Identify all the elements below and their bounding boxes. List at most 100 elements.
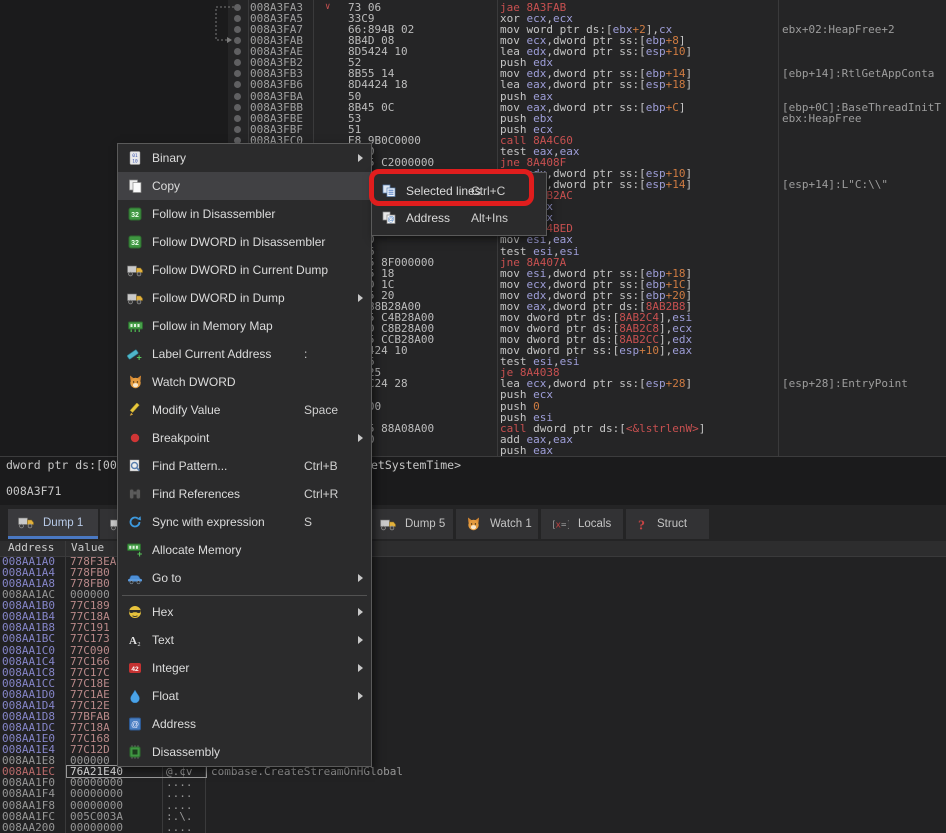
dump-row[interactable]: 008AA1FC 005C003A :.\. — [0, 811, 946, 822]
tab-locals[interactable]: [x=]Locals — [541, 509, 623, 539]
x64dbg-window: 008A3FA373 06jae 8A3FAB008A3FA533C9xor e… — [0, 0, 946, 833]
menu-item-label: Go to — [152, 571, 181, 585]
tab-struct[interactable]: ?Struct — [626, 509, 709, 539]
dump-header-address: Address — [8, 541, 54, 555]
menu-item-hex[interactable]: Hex — [118, 598, 371, 626]
fox-icon — [466, 517, 481, 531]
svg-text:@: @ — [131, 720, 139, 729]
tab-label: Struct — [657, 518, 687, 530]
menu-item-follow-dword-in-dump[interactable]: Follow DWORD in Dump — [118, 284, 371, 312]
disasm-bytes: 8D4424 18 — [348, 79, 408, 90]
dump-address: 008AA1F4 — [2, 788, 55, 799]
tab-dump-5[interactable]: Dump 5 — [370, 509, 453, 539]
menu-item-find-references[interactable]: Find ReferencesCtrl+R — [118, 480, 371, 508]
disasm-row[interactable]: 008A3FB68D4424 18lea eax,dword ptr ss:[e… — [228, 79, 946, 90]
menu-item-go-to[interactable]: Go to — [118, 564, 371, 592]
menu-item-follow-dword-in-disassembler[interactable]: 32Follow DWORD in Disassembler — [118, 228, 371, 256]
dump-row[interactable]: 008AA1F400000000.... — [0, 788, 946, 799]
svg-text:10: 10 — [132, 159, 138, 165]
dump-value: 005C003A — [70, 811, 123, 822]
breakpoint-dot-icon[interactable] — [234, 126, 241, 133]
breakpoint-dot-icon[interactable] — [234, 59, 241, 66]
menu-item-modify-value[interactable]: Modify ValueSpace — [118, 396, 371, 424]
reddot-icon — [126, 431, 144, 445]
menu-item-follow-in-memory-map[interactable]: Follow in Memory Map — [118, 312, 371, 340]
menu-item-label-current-address[interactable]: +Label Current Address: — [118, 340, 371, 368]
dump-address: 008AA1C0 — [2, 645, 55, 656]
breakpoint-dot-icon[interactable] — [234, 81, 241, 88]
annotation-highlight-box — [369, 169, 534, 206]
chip-icon — [126, 745, 144, 759]
disasm-row[interactable]: 008A3FAE8D5424 10lea edx,dword ptr ss:[e… — [228, 46, 946, 57]
menu-item-label: Follow in Memory Map — [152, 319, 273, 333]
menu-item-integer[interactable]: 42Integer — [118, 654, 371, 682]
menu-item-address[interactable]: @Address — [118, 710, 371, 738]
menu-item-follow-in-disassembler[interactable]: 32Follow in Disassembler — [118, 200, 371, 228]
tab-watch-1[interactable]: Watch 1 — [456, 509, 538, 539]
dump-value: 00000000 — [70, 788, 123, 799]
dump-ascii: .... — [166, 800, 193, 811]
breakpoint-dot-icon[interactable] — [234, 104, 241, 111]
disasm-comment: ebx:HeapFree — [782, 113, 861, 124]
disasm-row[interactable]: 008A3FBF51push ecx — [228, 124, 946, 135]
chip32-icon: 32 — [126, 235, 144, 249]
breakpoint-dot-icon[interactable] — [234, 93, 241, 100]
dump-address: 008AA1FC — [2, 811, 55, 822]
menu-item-label: Modify Value — [152, 403, 220, 417]
menu-item-shortcut: S — [304, 515, 312, 529]
menu-item-float[interactable]: Float — [118, 682, 371, 710]
context-menu: 0110BinaryCopy32Follow in Disassembler32… — [117, 143, 372, 767]
menu-item-label: Follow in Disassembler — [152, 207, 275, 221]
svg-text:32: 32 — [131, 240, 139, 247]
menu-item-shortcut: Ctrl+B — [304, 459, 338, 473]
submenu-arrow-icon — [358, 664, 363, 672]
disasm-row[interactable]: 008A3FA373 06jae 8A3FAB — [228, 2, 946, 13]
int42-icon: 42 — [126, 661, 144, 675]
menu-item-breakpoint[interactable]: Breakpoint — [118, 424, 371, 452]
menu-item-binary[interactable]: 0110Binary — [118, 144, 371, 172]
menu-item-sync-with-expression[interactable]: Sync with expressionS — [118, 508, 371, 536]
svg-text:A: A — [129, 635, 137, 647]
breakpoint-dot-icon[interactable] — [234, 70, 241, 77]
menu-item-text[interactable]: A2Text — [118, 626, 371, 654]
dump-row[interactable]: 008AA1F800000000.... — [0, 800, 946, 811]
disasm-row[interactable]: 008A3FBB8B45 0Cmov eax,dword ptr ss:[ebp… — [228, 102, 946, 113]
disasm-comment: [ebp+0C]:BaseThreadInitT — [782, 102, 941, 113]
menu-item-copy[interactable]: Copy — [118, 172, 371, 200]
findpattern-icon — [126, 459, 144, 473]
tab-dump-1[interactable]: Dump 1 — [8, 509, 98, 539]
menu-item-disassembly[interactable]: Disassembly — [118, 738, 371, 766]
truck-icon — [380, 518, 396, 531]
copyat-icon: @ — [380, 211, 398, 225]
status-expression-text-right: etSystemTime> — [371, 459, 461, 472]
current-address-text: 008A3F71 — [6, 485, 61, 498]
menu-item-label: Follow DWORD in Current Dump — [152, 263, 328, 277]
disasm-instruction: push eax — [500, 445, 553, 456]
submenu-arrow-icon — [358, 636, 363, 644]
dump-value: 77C166 — [70, 656, 110, 667]
copy-icon — [126, 179, 144, 194]
dump-row[interactable]: 008AA20000000000.... — [0, 822, 946, 833]
submenu-arrow-icon — [358, 574, 363, 582]
truck-icon — [126, 264, 144, 277]
breakpoint-dot-icon[interactable] — [234, 115, 241, 122]
menu-item-label: Allocate Memory — [152, 543, 241, 557]
svg-text:+: + — [137, 549, 142, 557]
menu-item-label: Find Pattern... — [152, 459, 227, 473]
menu-item-allocate-memory[interactable]: + Allocate Memory — [118, 536, 371, 564]
menu-item-find-pattern[interactable]: Find Pattern... Ctrl+B — [118, 452, 371, 480]
dump-row[interactable]: 008AA1F000000000.... — [0, 777, 946, 788]
menu-item-watch-dword[interactable]: Watch DWORD — [118, 368, 371, 396]
menu-item-label: Label Current Address — [152, 347, 271, 361]
submenu-item-address[interactable]: @AddressAlt+Ins — [372, 204, 546, 231]
dump-comment: combase.CreateStreamOnHGlobal — [211, 766, 403, 777]
submenu-item-label: Address — [406, 211, 450, 225]
dump-selection-box — [66, 765, 207, 778]
submenu-arrow-icon — [358, 608, 363, 616]
disasm-row[interactable]: 008A3FBE53push ebxebx:HeapFree — [228, 113, 946, 124]
submenu-arrow-icon — [358, 692, 363, 700]
dump-address: 008AA1C4 — [2, 656, 55, 667]
pencil-icon — [126, 403, 144, 417]
dump-ascii: :.\. — [166, 811, 193, 822]
menu-item-follow-dword-in-current-dump[interactable]: Follow DWORD in Current Dump — [118, 256, 371, 284]
